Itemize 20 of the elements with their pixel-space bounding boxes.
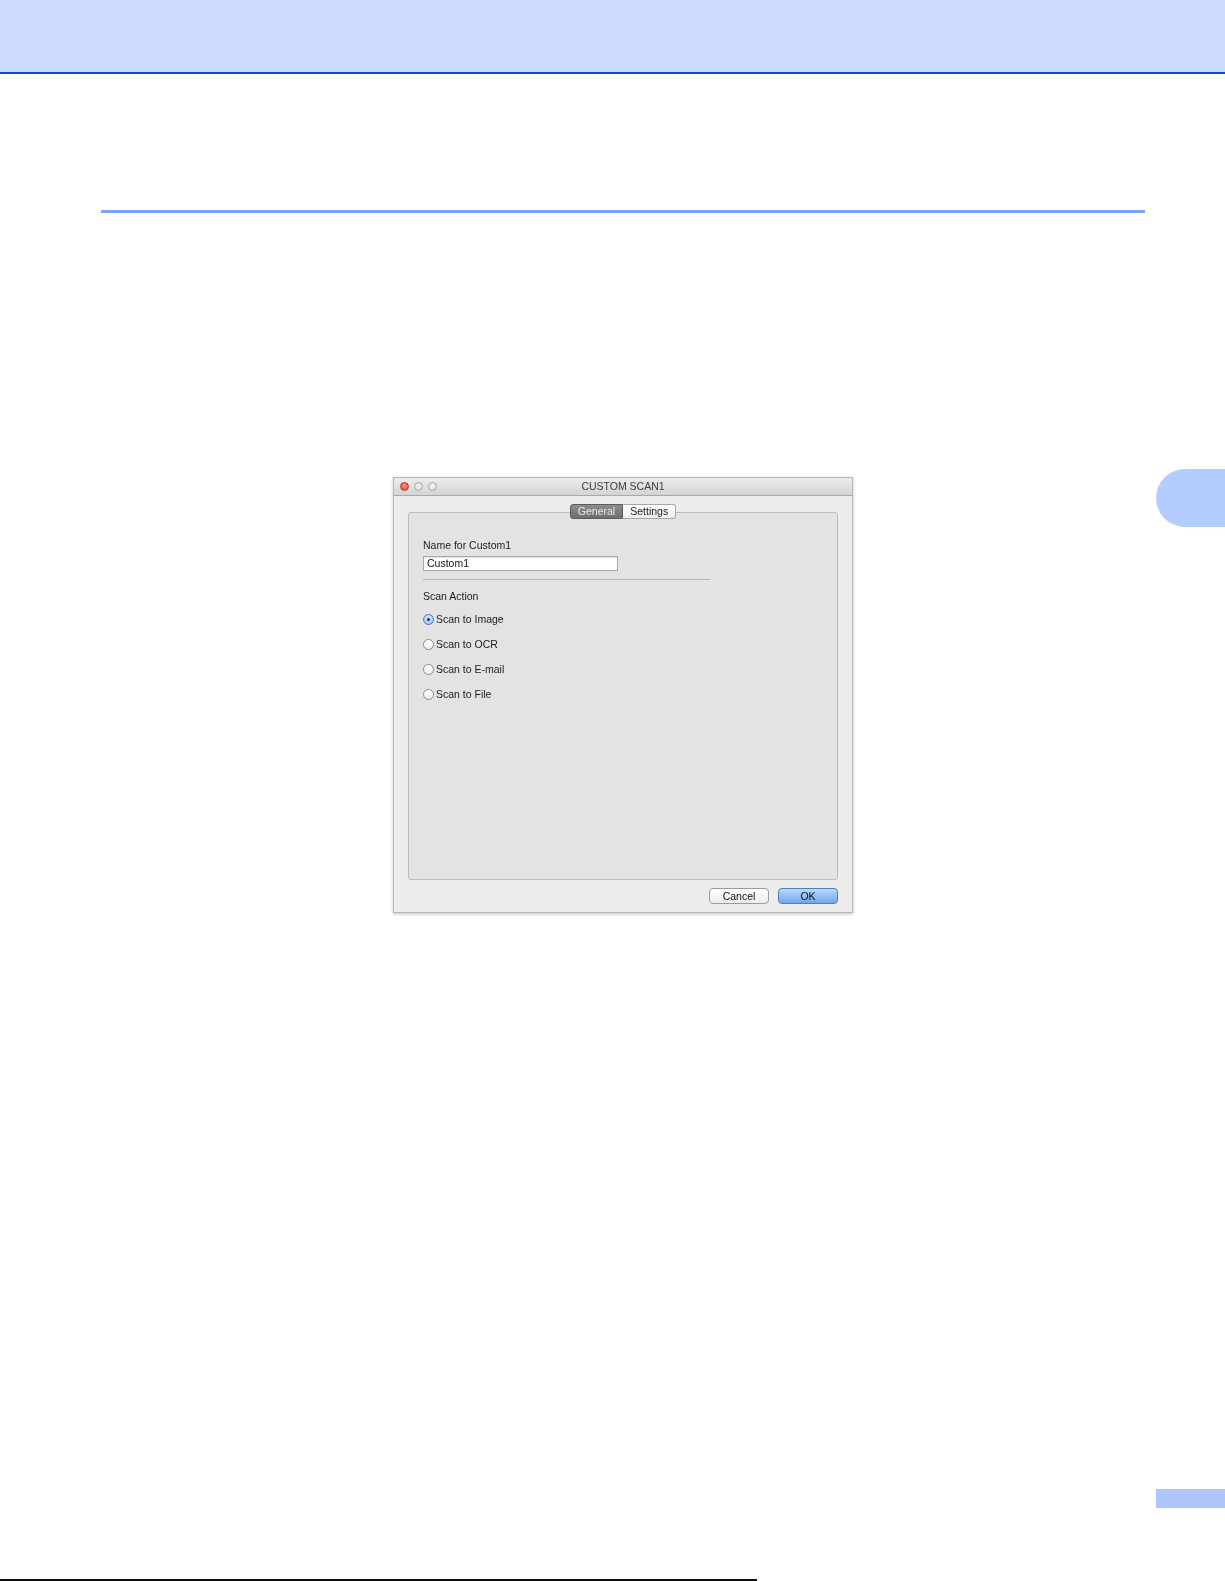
field-label: Name for Custom1 xyxy=(423,539,512,552)
window-title: CUSTOM SCAN1 xyxy=(581,480,665,493)
radio-button[interactable] xyxy=(423,639,434,650)
radio-label[interactable]: Scan to OCR xyxy=(436,638,498,651)
cancel-button[interactable]: Cancel xyxy=(709,888,769,904)
radio-label[interactable]: Scan to File xyxy=(436,688,492,701)
chapter-side-marker xyxy=(1156,469,1225,527)
close-icon[interactable] xyxy=(400,482,409,491)
maximize-icon[interactable] xyxy=(428,482,437,491)
tab[interactable]: Settings xyxy=(623,504,677,519)
page-number-marker xyxy=(1156,1489,1225,1508)
radio-button[interactable] xyxy=(423,664,434,675)
name-input-field[interactable]: Custom1 xyxy=(423,556,618,571)
minimize-icon[interactable] xyxy=(414,482,423,491)
radio-label[interactable]: Scan to E-mail xyxy=(436,663,505,676)
radio-label[interactable]: Scan to Image xyxy=(436,613,504,626)
radio-button[interactable] xyxy=(423,614,434,625)
section-label: Scan Action xyxy=(423,590,479,603)
radio-button[interactable] xyxy=(423,689,434,700)
ok-button[interactable]: OK xyxy=(778,888,838,904)
